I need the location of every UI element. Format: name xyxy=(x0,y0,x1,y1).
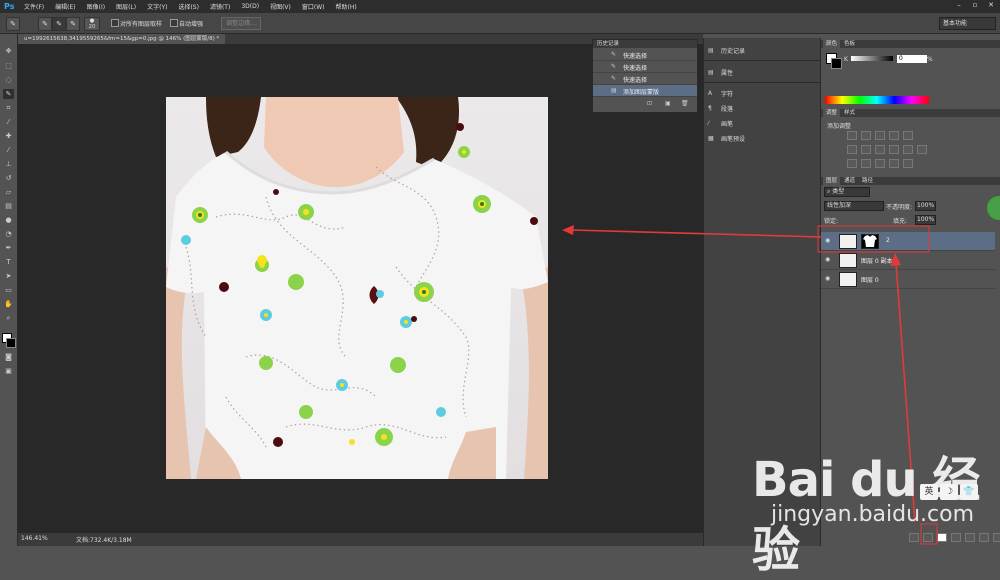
highlight-layer-box xyxy=(817,225,930,253)
arrow-head-up xyxy=(890,253,901,266)
arrow-head-left xyxy=(562,225,574,235)
arrow-to-image xyxy=(571,229,823,238)
ime-toolbar: 英 ☽ 👕 xyxy=(920,484,1000,502)
ime-english[interactable]: 英 xyxy=(920,484,938,500)
ime-moon-icon[interactable]: ☽ xyxy=(940,484,958,500)
ime-shirt-icon[interactable]: 👕 xyxy=(960,484,978,500)
watermark-url: jingyan.baidu.com xyxy=(771,502,975,527)
